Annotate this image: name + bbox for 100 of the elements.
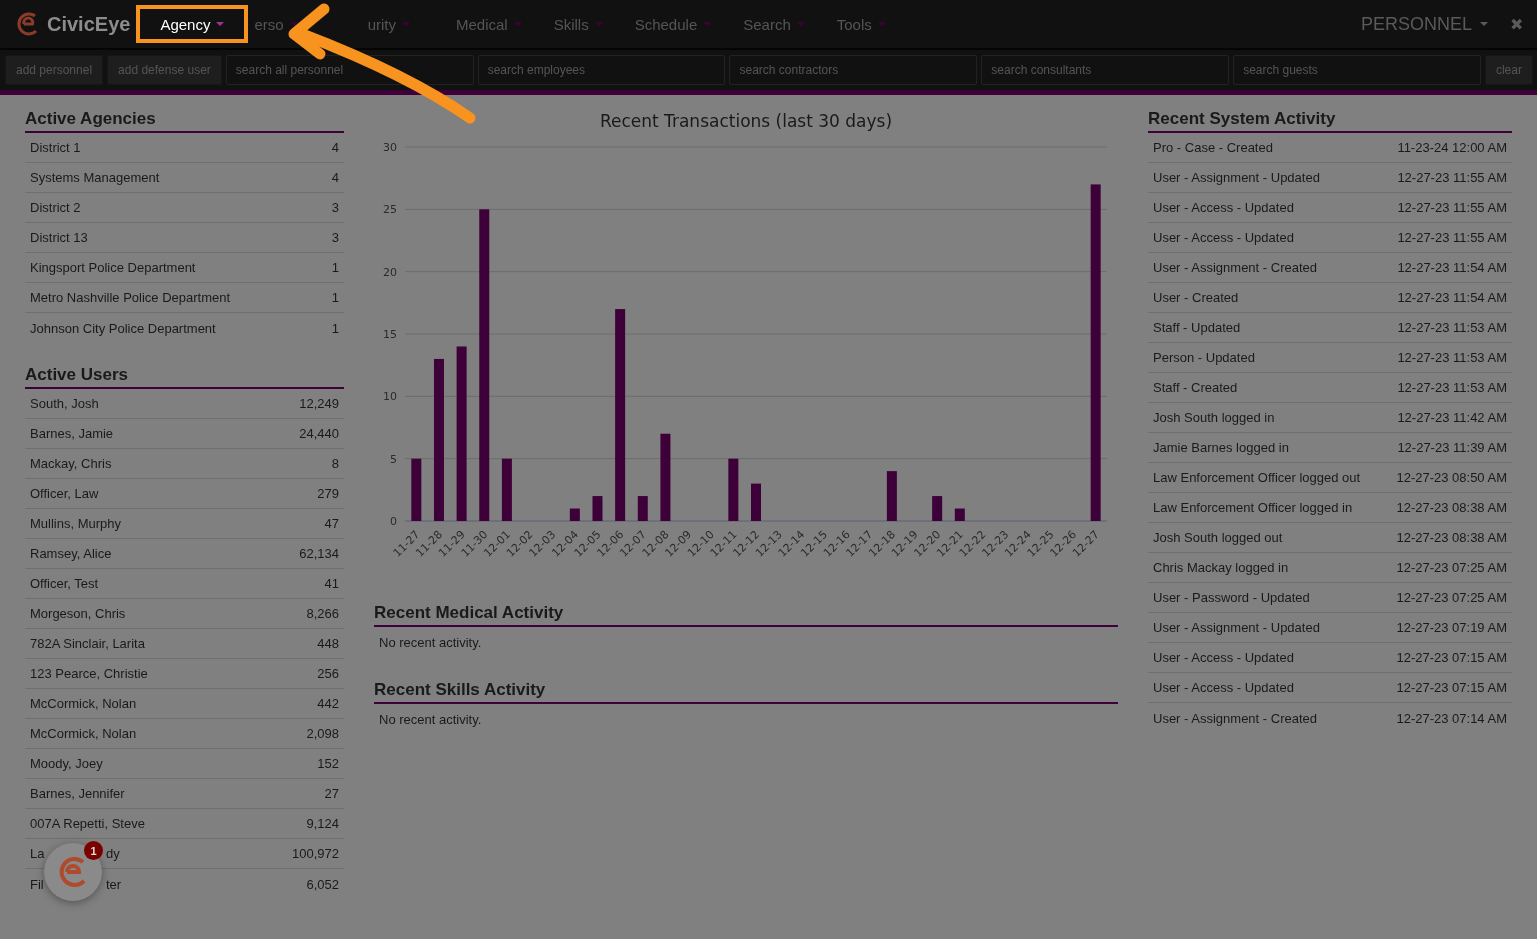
row-count: 62,134	[299, 546, 339, 561]
search-field[interactable]: search contractors	[729, 55, 978, 85]
nav-menu-item[interactable]: Search	[727, 0, 821, 48]
row-count: 47	[324, 516, 339, 531]
row-count: 1	[331, 260, 339, 275]
row-name: Mackay, Chris	[30, 456, 112, 471]
activity-event: User - Password - Updated	[1153, 590, 1310, 605]
row-count: 4	[331, 170, 339, 185]
activity-time: 12-27-23 08:50 AM	[1396, 470, 1507, 485]
activity-time: 12-27-23 08:38 AM	[1396, 530, 1507, 545]
row-count: 8,266	[306, 606, 339, 621]
row-count: 442	[317, 696, 339, 711]
row-name: La	[30, 846, 45, 861]
row-name: District 1	[30, 140, 81, 155]
activity-event: User - Assignment - Created	[1153, 710, 1317, 726]
activity-event: Pro - Case - Created	[1153, 140, 1273, 155]
row-count: 448	[317, 636, 339, 651]
section-title: Active Users	[25, 365, 344, 389]
chart-bar	[886, 471, 897, 521]
empty-message: No recent activity.	[378, 634, 483, 652]
axis-tick-label: 5	[390, 452, 397, 466]
chart-bar	[592, 496, 603, 521]
row-name: Mullins, Murphy	[30, 516, 122, 531]
activity-time: 11-23-24 12:00 AM	[1397, 140, 1507, 155]
nav-menu-item[interactable]: erso	[254, 0, 368, 48]
axis-tick-label: 10	[383, 390, 397, 404]
help-button[interactable]	[44, 843, 102, 901]
nav-menu-item[interactable]: Agency	[136, 5, 249, 43]
row-name: Ramsey, Alice	[30, 546, 112, 561]
row-count: 2,098	[306, 726, 339, 741]
row-name: Moody, Joey	[30, 756, 103, 771]
row-name: Kingsport Police Department	[30, 260, 196, 275]
activity-event: User - Access - Updated	[1153, 650, 1294, 665]
activity-time: 12-27-23 11:55 AM	[1397, 170, 1507, 185]
row-name: District 2	[30, 200, 81, 215]
section-title: Recent System Activity	[1148, 109, 1512, 133]
activity-time: 12-27-23 11:39 AM	[1397, 440, 1507, 455]
nav-menu-item[interactable]: Skills	[537, 0, 619, 48]
nav-menu-item[interactable]: urity	[367, 0, 440, 48]
activity-time: 12-27-23 11:53 AM	[1397, 380, 1507, 395]
row-name: Systems Management	[30, 170, 160, 185]
activity-event: Law Enforcement Officer logged out	[1153, 470, 1361, 485]
axis-tick-label: 30	[383, 141, 397, 154]
notification-badge: 1	[84, 841, 103, 860]
close-button[interactable]: ✖	[1510, 14, 1523, 34]
row-name: McCormick, Nolan	[30, 696, 137, 711]
activity-time: 12-27-23 07:19 AM	[1396, 620, 1507, 635]
row-name: 782A Sinclair, Larita	[30, 636, 145, 651]
nav-menu-item[interactable]: Medical	[439, 0, 538, 48]
row-count: 1	[331, 290, 339, 305]
chart-bar	[954, 508, 965, 521]
activity-event: User - Access - Updated	[1153, 200, 1294, 215]
axis-tick-label: 0	[390, 515, 397, 528]
row-name: Morgeson, Chris	[30, 606, 126, 621]
axis-tick-label: 20	[383, 265, 397, 279]
search-field[interactable]: search employees	[477, 55, 726, 85]
axis-tick-label: 15	[383, 328, 397, 341]
activity-time: 12-27-23 07:25 AM	[1396, 560, 1507, 575]
activity-event: Law Enforcement Officer logged in	[1153, 500, 1353, 515]
row-name: Johnson City Police Department	[30, 320, 216, 336]
chart-bar	[728, 458, 739, 521]
activity-event: User - Access - Updated	[1153, 680, 1294, 695]
chart-bar	[501, 458, 512, 521]
activity-time: 12-27-23 11:55 AM	[1397, 230, 1507, 245]
activity-event: Josh South logged in	[1153, 410, 1275, 425]
activity-event: Staff - Updated	[1153, 320, 1241, 335]
row-name: Officer, Law	[30, 486, 99, 501]
activity-time: 12-27-23 07:15 AM	[1396, 680, 1507, 695]
section-title: Recent Skills Activity	[374, 680, 1118, 704]
row-name: ter	[106, 876, 122, 892]
row-count: 12,249	[299, 396, 339, 411]
chart-bar	[751, 483, 761, 521]
row-name: Barnes, Jennifer	[30, 786, 125, 801]
activity-time: 12-27-23 07:15 AM	[1396, 650, 1507, 665]
row-name: dy	[106, 846, 120, 861]
module-menu[interactable]: PERSONNEL	[1354, 12, 1494, 36]
row-count: 27	[324, 786, 339, 801]
search-field[interactable]: search consultants	[981, 55, 1230, 85]
row-count: 100,972	[292, 846, 339, 861]
activity-event: User - Assignment - Created	[1153, 260, 1317, 275]
row-count: 41	[324, 576, 339, 591]
activity-time: 12-27-23 07:14 AM	[1396, 710, 1507, 726]
nav-menu-item[interactable]: Schedule	[618, 0, 728, 48]
chart-bar	[637, 496, 648, 521]
activity-time: 12-27-23 11:54 AM	[1397, 290, 1507, 305]
activity-event: Chris Mackay logged in	[1153, 560, 1289, 575]
chart-bar	[932, 496, 943, 521]
row-name: McCormick, Nolan	[30, 726, 137, 741]
activity-time: 12-27-23 11:53 AM	[1397, 320, 1507, 335]
chart-title: Recent Transactions (last 30 days)	[598, 110, 894, 131]
row-count: 1	[331, 320, 339, 336]
row-name: Barnes, Jamie	[30, 426, 114, 441]
search-field[interactable]: search guests	[1233, 55, 1481, 85]
row-count: 152	[317, 756, 339, 771]
activity-time: 12-27-23 07:25 AM	[1396, 590, 1507, 605]
activity-event: User - Assignment - Updated	[1153, 620, 1320, 635]
section-title: Active Agencies	[25, 109, 344, 133]
nav-menu-item[interactable]: Tools	[820, 0, 902, 48]
row-name: 123 Pearce, Christie	[30, 666, 148, 681]
row-name: Metro Nashville Police Department	[30, 290, 231, 305]
